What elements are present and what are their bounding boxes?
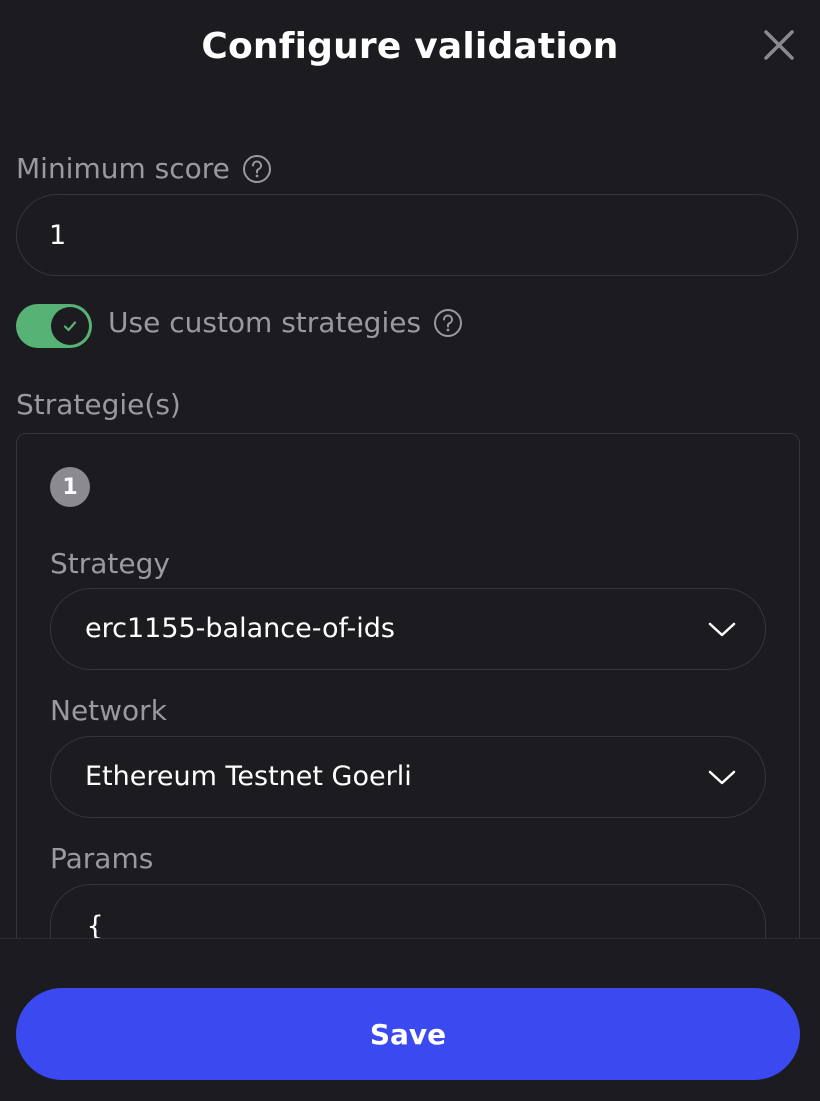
configure-validation-modal: Configure validation Minimum score 1 Use… [0,0,820,1101]
params-value: { [87,911,104,938]
close-button[interactable] [760,26,798,64]
strategy-select-value: erc1155-balance-of-ids [85,613,395,644]
toggle-knob [51,307,89,345]
chevron-down-icon [707,617,737,641]
save-button[interactable]: Save [16,988,800,1080]
modal-title: Configure validation [201,26,619,67]
network-label: Network [50,694,167,727]
close-icon [764,30,794,60]
chevron-down-icon [707,765,737,789]
strategy-label: Strategy [50,547,170,580]
strategy-card: 1 Strategy erc1155-balance-of-ids Networ… [16,433,800,938]
modal-footer: Save [0,938,820,1101]
network-select-value: Ethereum Testnet Goerli [85,761,412,792]
custom-strategies-toggle[interactable] [16,304,92,348]
custom-strategies-label: Use custom strategies [108,306,422,339]
question-circle-icon[interactable] [242,154,272,184]
network-select[interactable]: Ethereum Testnet Goerli [50,736,766,818]
strategy-index-badge: 1 [50,467,90,507]
minimum-score-label: Minimum score [16,152,230,185]
modal-body[interactable]: Minimum score Use custom strategies [0,96,820,938]
check-icon [63,321,77,332]
strategies-label: Strategie(s) [16,388,181,421]
params-label: Params [50,842,154,875]
minimum-score-label-row: Minimum score [16,152,272,185]
strategy-select[interactable]: erc1155-balance-of-ids [50,588,766,670]
modal-header: Configure validation [0,0,820,96]
minimum-score-input[interactable] [16,194,798,276]
params-textarea[interactable]: { [50,884,766,938]
question-circle-icon[interactable] [433,308,463,338]
custom-strategies-label-row: Use custom strategies [108,306,463,339]
